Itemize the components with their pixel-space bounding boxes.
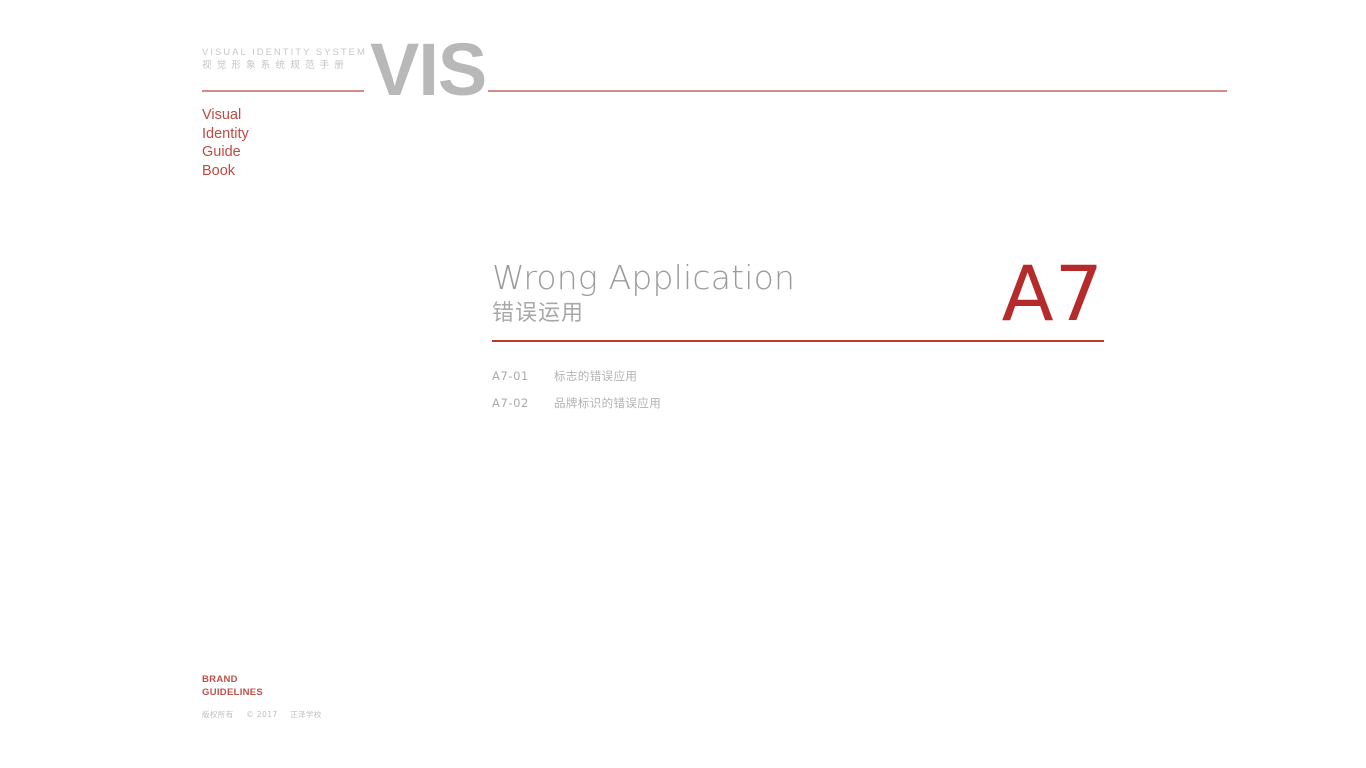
footer-brand-line-1: BRAND	[202, 674, 238, 685]
list-item-label: 标志的错误应用	[554, 369, 638, 383]
masthead-caption-english: VISUAL IDENTITY SYSTEM	[202, 47, 367, 58]
list-item[interactable]: A7-02 品牌标识的错误应用	[492, 395, 992, 422]
footer-brand-line-2: GUIDELINES	[202, 686, 264, 698]
footer-copyright-owner: 正泽学校	[290, 710, 322, 719]
footer-copyright: 版权所有 © 2017 正泽学校	[202, 710, 322, 720]
footer-copyright-rights: 版权所有	[202, 710, 234, 719]
chapter-contents-list: A7-01 标志的错误应用 A7-02 品牌标识的错误应用	[492, 368, 992, 422]
masthead-subtitle-line-4: Book	[202, 162, 236, 179]
list-item-code: A7-02	[492, 396, 529, 410]
masthead: VISUAL IDENTITY SYSTEM 视觉形象系统规范手册 VIS	[202, 30, 1232, 110]
footer-copyright-symbol: ©	[246, 710, 255, 719]
list-item-label: 品牌标识的错误应用	[554, 396, 662, 410]
masthead-caption: VISUAL IDENTITY SYSTEM 视觉形象系统规范手册	[202, 46, 370, 73]
masthead-caption-chinese: 视觉形象系统规范手册	[202, 60, 350, 71]
chapter-rule	[492, 340, 1104, 342]
masthead-rule-right	[488, 90, 1227, 92]
page-canvas: VISUAL IDENTITY SYSTEM 视觉形象系统规范手册 VIS Vi…	[0, 0, 1366, 768]
masthead-subtitle-block: Visual Identity Guide Book	[202, 106, 249, 180]
masthead-rule-left	[202, 90, 364, 92]
masthead-subtitle-line-1: Visual	[202, 107, 242, 123]
list-item-code: A7-01	[492, 369, 529, 383]
footer-copyright-year: 2017	[256, 710, 278, 719]
vis-logo: VIS	[370, 28, 487, 111]
chapter-title-row: Wrong Application 错误运用 A7	[492, 252, 1104, 340]
masthead-subtitle-line-3: Guide	[202, 144, 241, 161]
chapter-title-english: Wrong Application	[492, 258, 796, 297]
chapter-header: Wrong Application 错误运用 A7	[492, 252, 1104, 340]
list-item[interactable]: A7-01 标志的错误应用	[492, 368, 992, 395]
footer: BRAND GUIDELINES 版权所有 © 2017 正泽学校	[202, 674, 322, 720]
chapter-code: A7	[1001, 249, 1104, 338]
chapter-title-chinese: 错误运用	[492, 301, 585, 326]
masthead-subtitle-line-2: Identity	[202, 125, 249, 142]
